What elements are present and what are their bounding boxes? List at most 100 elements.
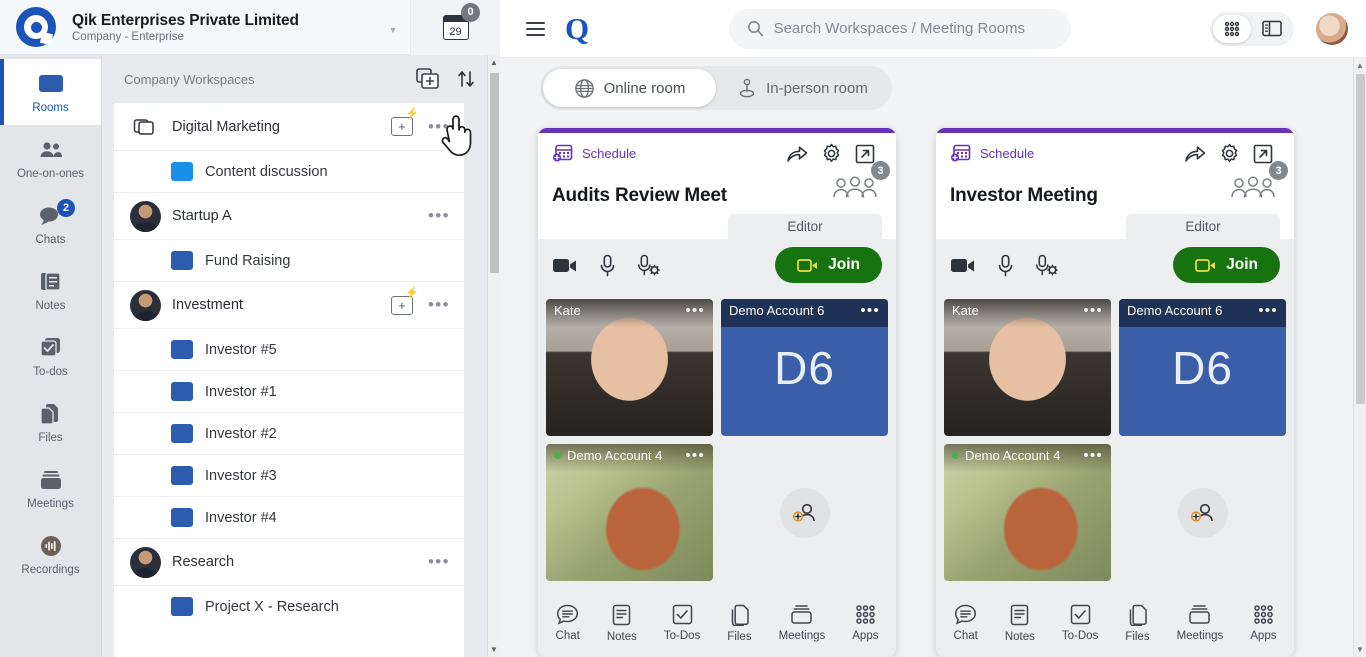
toolbar-todos[interactable]: To-Dos — [1062, 604, 1098, 642]
workspace-room-item[interactable]: Investor #3 — [114, 454, 464, 496]
scroll-up-arrow[interactable]: ▲ — [488, 55, 500, 70]
sidebar-item-notes[interactable]: Notes — [0, 257, 101, 323]
workspace-group-header[interactable]: Investment + ⚡ ••• — [114, 281, 464, 328]
chevron-down-icon[interactable]: ▼ — [376, 19, 410, 35]
share-icon[interactable] — [1178, 144, 1212, 164]
participants-button[interactable]: 3 — [1230, 176, 1280, 207]
card-toolbar: Chat Notes To-Dos Files — [936, 589, 1294, 657]
workspace-group-header[interactable]: Startup A ••• — [114, 192, 464, 239]
workspace-room-item[interactable]: Investor #4 — [114, 496, 464, 538]
add-person-icon[interactable] — [1178, 488, 1228, 538]
scroll-down-arrow[interactable]: ▼ — [488, 642, 500, 657]
workspace-room-item[interactable]: Fund Raising — [114, 239, 464, 281]
user-avatar[interactable] — [1316, 13, 1348, 45]
more-options-icon[interactable]: ••• — [1258, 302, 1278, 319]
tab-editor[interactable]: Editor — [728, 214, 882, 239]
video-camera-icon[interactable] — [552, 256, 578, 275]
toolbar-chat[interactable]: Chat — [556, 604, 580, 642]
join-button[interactable]: Join — [1173, 247, 1280, 283]
participant-tile[interactable]: Kate ••• — [944, 299, 1111, 436]
toolbar-apps[interactable]: Apps — [1250, 604, 1276, 642]
workspaces-list[interactable]: Digital Marketing + ⚡ ••• Content discus… — [114, 103, 464, 657]
workspace-room-item[interactable]: Investor #1 — [114, 370, 464, 412]
toolbar-files[interactable]: Files — [727, 604, 751, 643]
toolbar-notes[interactable]: Notes — [607, 604, 637, 643]
schedule-button[interactable]: Schedule — [552, 143, 780, 164]
tab-in-person-room[interactable]: In-person room — [716, 69, 889, 107]
sort-arrows-icon[interactable] — [452, 65, 480, 93]
add-person-icon[interactable] — [780, 488, 830, 538]
more-options-icon[interactable]: ••• — [424, 295, 450, 315]
scroll-up-arrow[interactable]: ▲ — [1354, 58, 1366, 73]
toolbar-chat[interactable]: Chat — [954, 604, 978, 642]
calendar-button[interactable]: 29 0 — [410, 0, 500, 55]
quick-add-icon[interactable]: + ⚡ — [391, 117, 413, 136]
toolbar-meetings[interactable]: Meetings — [1177, 604, 1224, 642]
participant-tile[interactable]: Demo Account 4 ••• — [546, 444, 713, 581]
add-workspace-icon[interactable] — [414, 65, 442, 93]
more-options-icon[interactable]: ••• — [424, 117, 450, 137]
toolbar-todos[interactable]: To-Dos — [664, 604, 700, 642]
room-name: Investor #3 — [205, 468, 277, 484]
hamburger-menu-icon[interactable] — [526, 22, 545, 36]
card-title-row: Audits Review Meet 3 — [552, 176, 882, 207]
scrollbar-thumb[interactable] — [1356, 74, 1365, 404]
scroll-down-arrow[interactable]: ▼ — [1354, 642, 1366, 657]
sidebar-item-files[interactable]: Files — [0, 389, 101, 455]
microphone-icon[interactable] — [997, 254, 1014, 277]
more-options-icon[interactable]: ••• — [860, 302, 880, 319]
meeting-card[interactable]: Schedule Investor Meeting — [936, 128, 1294, 657]
more-options-icon[interactable]: ••• — [1083, 447, 1103, 464]
scrollbar-thumb[interactable] — [490, 73, 499, 273]
workspace-room-item[interactable]: Project X - Research — [114, 585, 464, 627]
gear-icon[interactable] — [814, 143, 848, 164]
more-options-icon[interactable]: ••• — [424, 206, 450, 226]
participant-tile[interactable]: Kate ••• — [546, 299, 713, 436]
participants-icon — [1230, 176, 1276, 202]
share-icon[interactable] — [780, 144, 814, 164]
more-options-icon[interactable]: ••• — [685, 302, 705, 319]
more-options-icon[interactable]: ••• — [685, 447, 705, 464]
sidebar-item-meetings[interactable]: Meetings — [0, 455, 101, 521]
mic-settings-icon[interactable] — [637, 254, 662, 277]
meeting-card[interactable]: Schedule Audits Review Meet — [538, 128, 896, 657]
workspace-group-header[interactable]: Research ••• — [114, 538, 464, 585]
sidebar-item-recordings[interactable]: Recordings — [0, 521, 101, 587]
sidebar-item-one-on-ones[interactable]: One-on-ones — [0, 125, 101, 191]
toolbar-apps[interactable]: Apps — [852, 604, 878, 642]
microphone-icon[interactable] — [599, 254, 616, 277]
sidebar-item-rooms[interactable]: Rooms — [0, 59, 101, 125]
workspace-room-item[interactable]: Investor #2 — [114, 412, 464, 454]
grid-view-icon[interactable] — [1213, 15, 1251, 43]
sidebar-item-chats[interactable]: 2 Chats — [0, 191, 101, 257]
workspaces-scrollbar[interactable]: ▲ ▼ — [487, 55, 500, 657]
gear-icon[interactable] — [1212, 143, 1246, 164]
join-button[interactable]: Join — [775, 247, 882, 283]
mic-settings-icon[interactable] — [1035, 254, 1060, 277]
add-participant-slot — [721, 444, 888, 581]
left-column: Qik Enterprises Private Limited Company … — [0, 0, 500, 657]
more-options-icon[interactable]: ••• — [1083, 302, 1103, 319]
participant-tile[interactable]: Demo Account 6 ••• D6 — [721, 299, 888, 436]
workspace-room-item[interactable]: Investor #5 — [114, 328, 464, 370]
participant-tile[interactable]: Demo Account 6 ••• D6 — [1119, 299, 1286, 436]
sidebar-item-label: To-dos — [33, 366, 68, 378]
tab-online-room[interactable]: Online room — [543, 69, 716, 107]
participants-count: 3 — [871, 161, 890, 180]
search-input[interactable]: Search Workspaces / Meeting Rooms — [729, 9, 1071, 49]
workspace-room-item[interactable]: Content discussion — [114, 150, 464, 192]
quick-add-icon[interactable]: + ⚡ — [391, 296, 413, 315]
tab-editor[interactable]: Editor — [1126, 214, 1280, 239]
sidebar-item-todos[interactable]: To-dos — [0, 323, 101, 389]
participant-tile[interactable]: Demo Account 4 ••• — [944, 444, 1111, 581]
participants-button[interactable]: 3 — [832, 176, 882, 207]
toolbar-meetings[interactable]: Meetings — [779, 604, 826, 642]
toolbar-files[interactable]: Files — [1125, 604, 1149, 643]
video-camera-icon[interactable] — [950, 256, 976, 275]
schedule-button[interactable]: Schedule — [950, 143, 1178, 164]
panel-view-icon[interactable] — [1253, 15, 1291, 43]
workspace-group-header[interactable]: Digital Marketing + ⚡ ••• — [114, 103, 464, 150]
more-options-icon[interactable]: ••• — [424, 552, 450, 572]
toolbar-notes[interactable]: Notes — [1005, 604, 1035, 643]
main-scrollbar[interactable]: ▲ ▼ — [1353, 58, 1366, 657]
